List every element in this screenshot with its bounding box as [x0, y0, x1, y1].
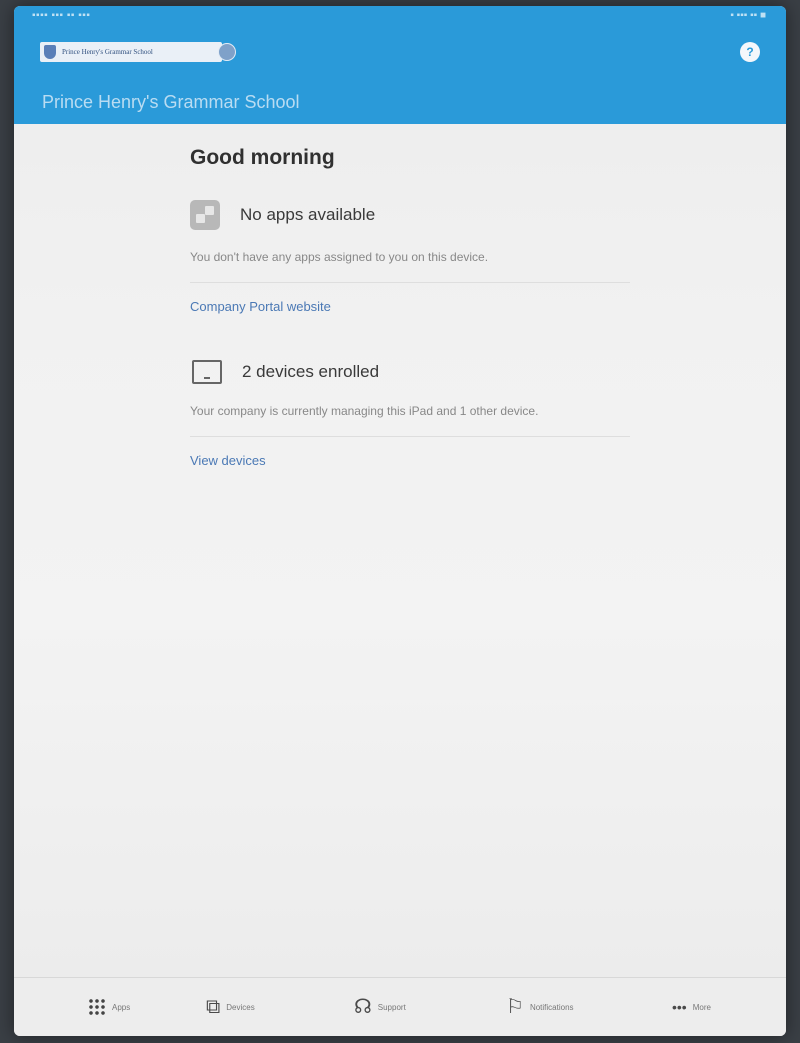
support-icon: ☊ — [354, 996, 372, 1018]
more-icon: ••• — [672, 999, 687, 1015]
devices-section-title: 2 devices enrolled — [242, 362, 380, 381]
tab-support[interactable]: ☊ Support — [354, 994, 406, 1020]
device-icon — [192, 360, 222, 384]
devices-icon: ⧉ — [206, 996, 221, 1018]
tab-more[interactable]: ••• More — [672, 994, 711, 1020]
apps-section-header: No apps available — [190, 200, 630, 230]
crest-icon — [44, 45, 56, 59]
tab-label: Apps — [112, 1002, 131, 1012]
tab-devices[interactable]: ⧉ Devices — [206, 994, 255, 1020]
bottom-tab-bar: Apps ⧉ Devices ☊ Support ⚐ Notifications… — [14, 977, 786, 1036]
status-indicators: ▪ ▪▪▪ ▪▪ ■ — [730, 10, 766, 21]
status-time: ▪▪▪▪ ▪▪▪ ▪▪ ▪▪▪ — [32, 10, 91, 21]
tab-label: Notifications — [529, 1002, 574, 1012]
grid-icon — [88, 998, 106, 1016]
devices-section-description: Your company is currently managing this … — [190, 404, 539, 418]
view-devices-link[interactable]: View devices — [190, 453, 630, 468]
logo-text: Prince Henry's Grammar School — [62, 48, 153, 56]
divider — [190, 436, 630, 437]
apps-section-title: No apps available — [240, 205, 376, 224]
tab-label: More — [692, 1002, 711, 1012]
tab-notifications[interactable]: ⚐ Notifications — [506, 994, 574, 1020]
help-button[interactable]: ? — [740, 42, 760, 62]
tab-apps[interactable]: Apps — [88, 994, 130, 1020]
main-content: Good morning No apps available You don't… — [190, 146, 630, 468]
apps-section-description: You don't have any apps assigned to you … — [190, 250, 489, 264]
school-logo: Prince Henry's Grammar School — [40, 42, 236, 62]
apps-section: No apps available You don't have any app… — [190, 200, 630, 314]
devices-section-header: 2 devices enrolled — [190, 360, 630, 384]
app-header: ▪▪▪▪ ▪▪▪ ▪▪ ▪▪▪ ▪ ▪▪▪ ▪▪ ■ Prince Henry'… — [14, 6, 786, 124]
ipad-screen: ▪▪▪▪ ▪▪▪ ▪▪ ▪▪▪ ▪ ▪▪▪ ▪▪ ■ Prince Henry'… — [14, 6, 786, 1036]
tab-label: Support — [377, 1002, 406, 1012]
company-portal-link[interactable]: Company Portal website — [190, 299, 630, 314]
devices-section: 2 devices enrolled Your company is curre… — [190, 360, 630, 468]
status-bar: ▪▪▪▪ ▪▪▪ ▪▪ ▪▪▪ ▪ ▪▪▪ ▪▪ ■ — [14, 6, 786, 24]
school-name: Prince Henry's Grammar School — [42, 92, 300, 112]
tab-label: Devices — [226, 1002, 255, 1012]
emblem-icon — [218, 43, 236, 61]
apps-icon — [190, 200, 220, 230]
divider — [190, 282, 630, 283]
greeting-title: Good morning — [190, 146, 335, 169]
flag-icon: ⚐ — [506, 996, 524, 1018]
